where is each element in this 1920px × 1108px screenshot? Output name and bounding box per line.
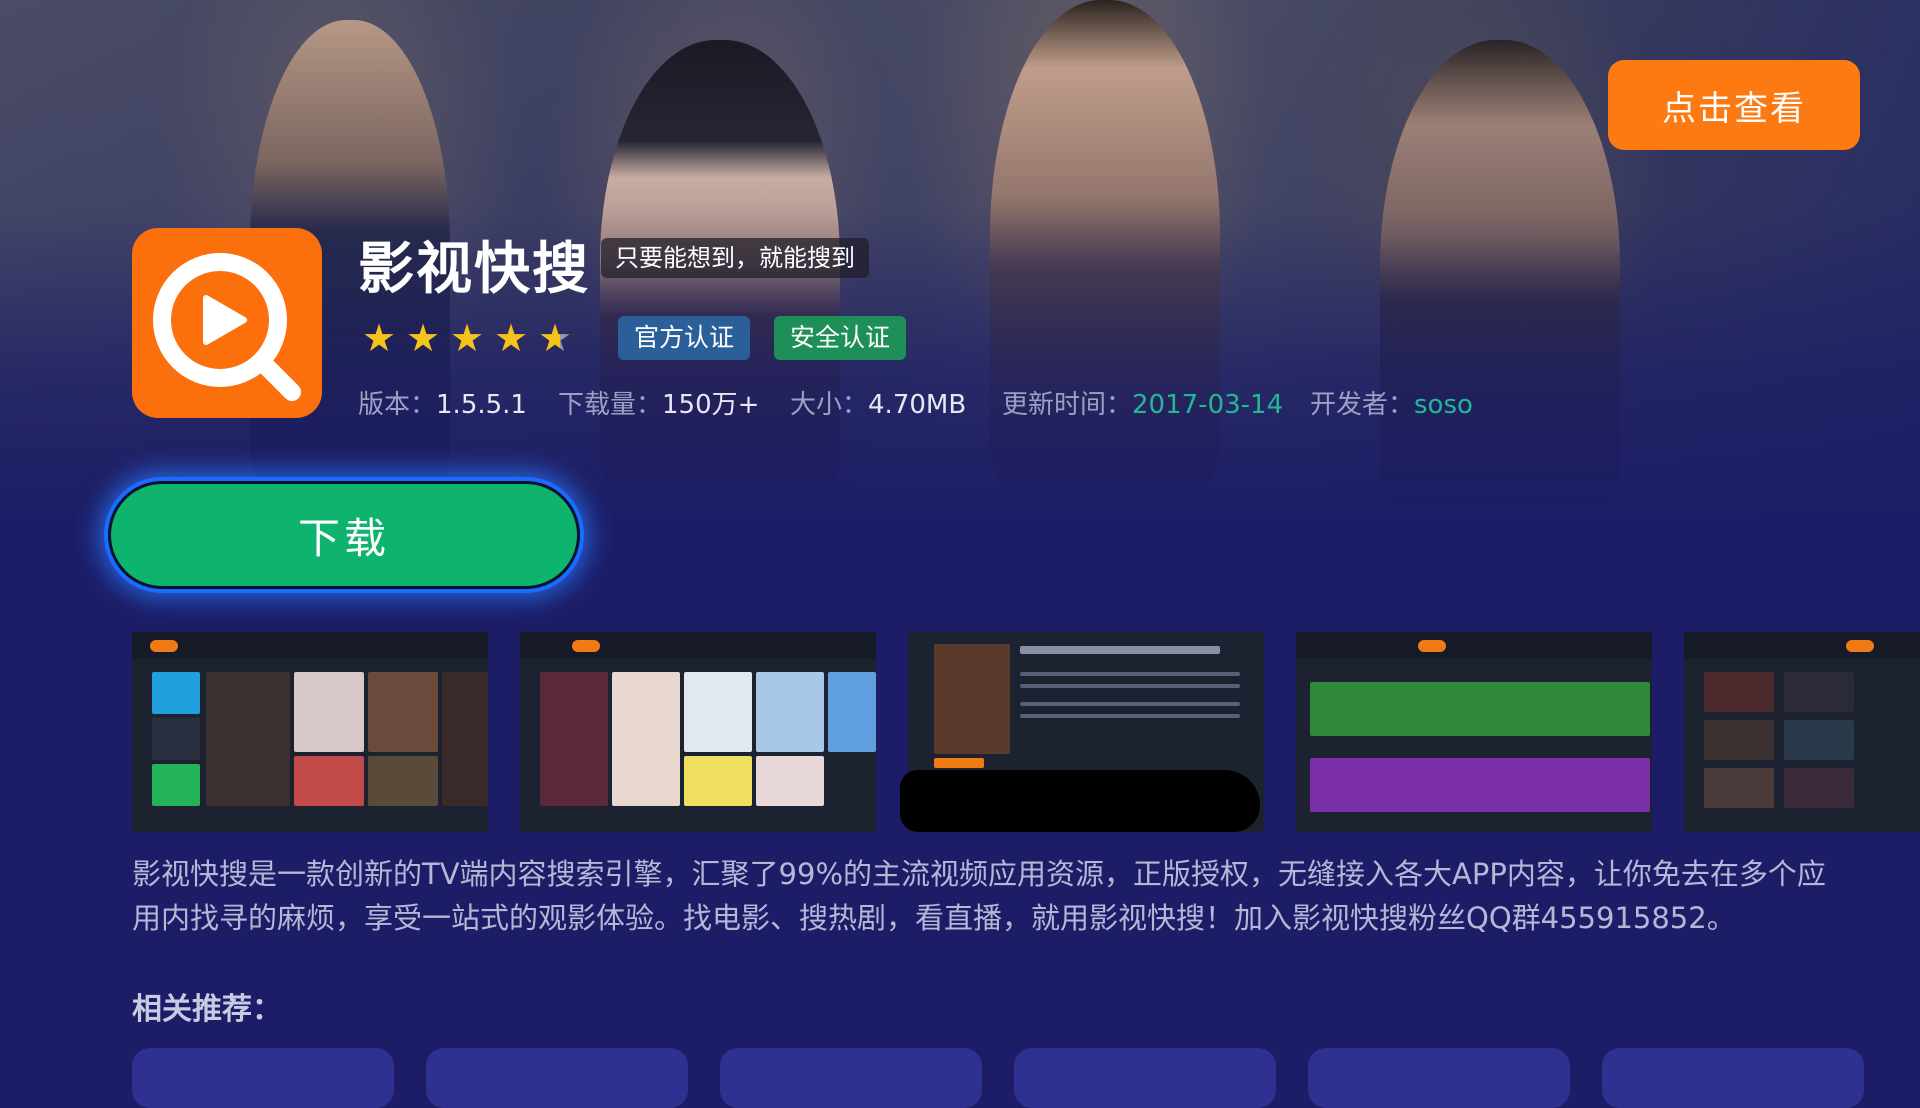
screenshot-thumbnail[interactable] xyxy=(520,632,876,832)
official-badge: 官方认证 xyxy=(618,316,751,360)
app-slogan: 只要能想到，就能搜到 xyxy=(601,238,869,278)
meta-updated: 更新时间：2017-03-14 xyxy=(1002,384,1283,421)
meta-value: 4.70MB xyxy=(868,390,967,420)
recommend-card[interactable] xyxy=(720,1048,982,1108)
security-badge: 安全认证 xyxy=(774,316,907,360)
half-star-icon: ★ xyxy=(538,318,582,358)
screenshot-tile xyxy=(442,672,488,806)
screenshot-text-line xyxy=(1020,714,1240,718)
meta-label: 大小： xyxy=(790,390,869,420)
screenshot-tile xyxy=(1784,672,1854,712)
meta-downloads: 下载量：150万+ xyxy=(558,384,759,421)
meta-label: 版本： xyxy=(358,390,437,420)
screenshot-tile xyxy=(152,718,200,760)
screenshot-topbar xyxy=(1296,632,1652,658)
poster-figure xyxy=(1380,40,1620,510)
screenshot-tab-active xyxy=(934,758,984,768)
screenshot-tile xyxy=(1704,672,1774,712)
recommend-card[interactable] xyxy=(1308,1048,1570,1108)
screenshot-topbar xyxy=(1684,632,1920,658)
screenshot-tile xyxy=(368,756,438,806)
meta-value: soso xyxy=(1414,390,1473,420)
meta-label: 更新时间： xyxy=(1002,390,1133,420)
app-description: 影视快搜是一款创新的TV端内容搜索引擎，汇聚了99%的主流视频应用资源，正版授权… xyxy=(132,857,1826,935)
meta-label: 开发者： xyxy=(1310,390,1415,420)
screenshot-tile xyxy=(294,672,364,752)
screenshot-tab-active xyxy=(1846,640,1874,652)
screenshot-thumbnail[interactable] xyxy=(1296,632,1652,832)
meta-label: 下载量： xyxy=(558,390,663,420)
screenshot-poster xyxy=(934,644,1010,754)
screenshot-tile xyxy=(756,756,824,806)
screenshot-tab-active xyxy=(1418,640,1446,652)
meta-size: 大小：4.70MB xyxy=(790,384,966,421)
screenshot-tile xyxy=(684,756,752,806)
recommend-card[interactable] xyxy=(426,1048,688,1108)
screenshot-text-line xyxy=(1020,646,1220,654)
star-icon: ★ xyxy=(406,316,441,360)
screenshot-topbar xyxy=(132,632,488,658)
screenshot-text-line xyxy=(1020,684,1240,688)
screenshot-tile xyxy=(1704,720,1774,760)
view-details-button[interactable]: 点击查看 xyxy=(1608,60,1860,150)
screenshot-tile xyxy=(152,672,200,714)
meta-value: 1.5.5.1 xyxy=(436,390,527,420)
app-icon xyxy=(132,228,322,418)
screenshot-tile xyxy=(152,764,200,806)
redaction-overlay xyxy=(900,770,1260,832)
screenshot-tile xyxy=(540,672,608,806)
screenshot-row xyxy=(1310,682,1650,736)
screenshot-tile xyxy=(684,672,752,752)
screenshot-tile xyxy=(1784,768,1854,808)
screenshot-tile xyxy=(206,672,290,806)
screenshot-tile xyxy=(368,672,438,752)
screenshot-tab-active xyxy=(150,640,178,652)
meta-value: 2017-03-14 xyxy=(1132,390,1284,420)
download-button[interactable]: 下载 xyxy=(108,481,580,589)
app-title: 影视快搜 xyxy=(358,237,590,302)
screenshot-tile xyxy=(1784,720,1854,760)
screenshot-thumbnail[interactable] xyxy=(1684,632,1920,832)
screenshot-tile xyxy=(828,672,876,752)
recommend-heading: 相关推荐： xyxy=(132,992,282,1027)
screenshot-tab-active xyxy=(572,640,600,652)
screenshot-row xyxy=(1310,758,1650,812)
star-icon: ★ xyxy=(362,316,397,360)
recommend-card[interactable] xyxy=(1014,1048,1276,1108)
recommend-card[interactable] xyxy=(1602,1048,1864,1108)
rating-stars: ★ ★ ★ ★ ★ xyxy=(362,318,582,358)
screenshot-text-line xyxy=(1020,702,1240,706)
screenshot-tile xyxy=(612,672,680,806)
recommend-card[interactable] xyxy=(132,1048,394,1108)
screenshot-tile xyxy=(294,756,364,806)
meta-developer: 开发者：soso xyxy=(1310,384,1473,421)
screenshot-tile xyxy=(756,672,824,752)
screenshot-thumbnail[interactable] xyxy=(132,632,488,832)
screenshot-tile xyxy=(1704,768,1774,808)
meta-value: 150万+ xyxy=(662,390,760,420)
play-search-icon xyxy=(153,253,301,401)
screenshot-text-line xyxy=(1020,672,1240,676)
star-icon: ★ xyxy=(450,316,485,360)
meta-version: 版本：1.5.5.1 xyxy=(358,384,527,421)
star-icon: ★ xyxy=(494,316,529,360)
